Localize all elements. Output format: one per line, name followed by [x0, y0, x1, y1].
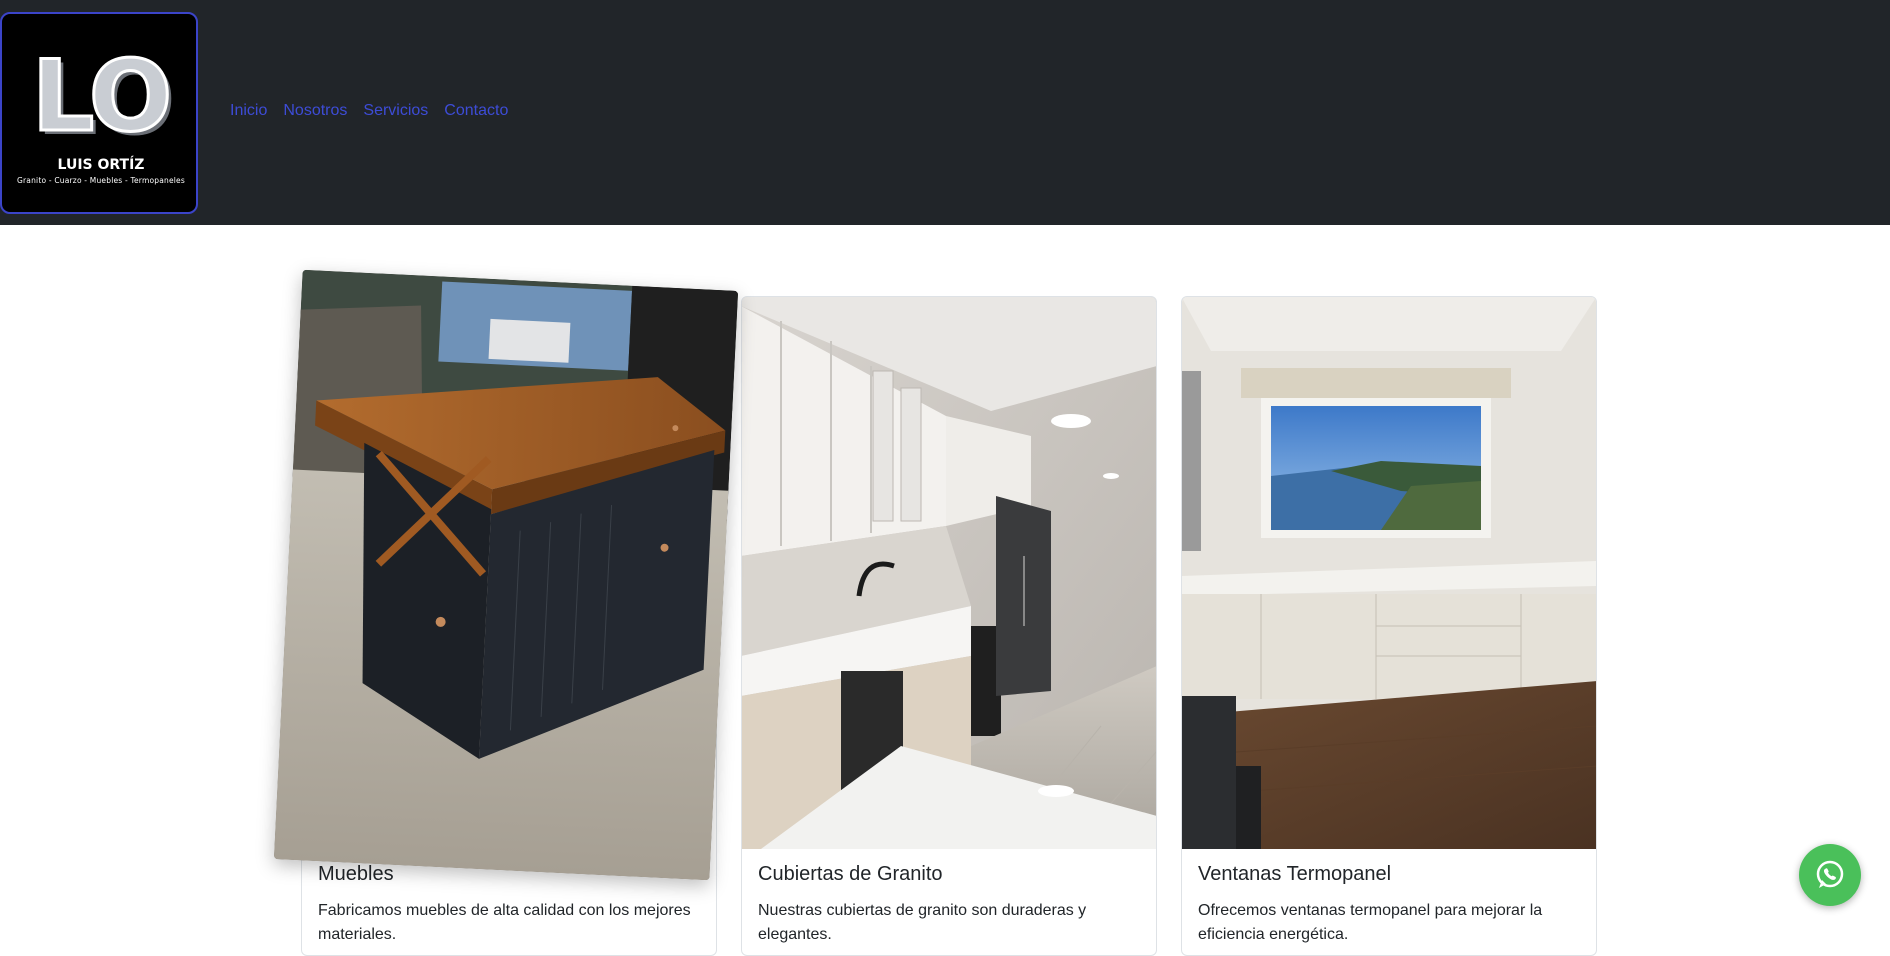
service-card-granito: Cubiertas de Granito Nuestras cubiertas … — [741, 296, 1157, 956]
whatsapp-icon — [1816, 860, 1844, 888]
logo-tagline: Granito - Cuarzo - Muebles - Termopanele… — [17, 176, 185, 185]
nav-link-contacto[interactable]: Contacto — [444, 102, 508, 120]
nav-link-servicios[interactable]: Servicios — [363, 102, 428, 120]
card-title: Ventanas Termopanel — [1198, 863, 1392, 885]
card-title: Muebles — [318, 863, 394, 885]
main-nav: Inicio Nosotros Servicios Contacto — [230, 102, 508, 120]
logo-letters: LO — [30, 40, 173, 154]
kitchen-countertop-photo — [742, 297, 1156, 849]
whatsapp-button[interactable] — [1799, 844, 1861, 906]
window-view-photo — [1182, 297, 1596, 849]
logo-name: LUIS ORTÍZ — [57, 157, 145, 173]
navbar: LO LUIS ORTÍZ Granito - Cuarzo - Muebles… — [0, 0, 1890, 225]
brand-logo[interactable]: LO LUIS ORTÍZ Granito - Cuarzo - Muebles… — [0, 12, 198, 214]
card-title: Cubiertas de Granito — [758, 863, 943, 885]
nav-link-nosotros[interactable]: Nosotros — [283, 102, 347, 120]
kitchen-island-photo — [273, 269, 739, 881]
service-card-termopanel: Ventanas Termopanel Ofrecemos ventanas t… — [1181, 296, 1597, 956]
nav-link-inicio[interactable]: Inicio — [230, 102, 267, 120]
